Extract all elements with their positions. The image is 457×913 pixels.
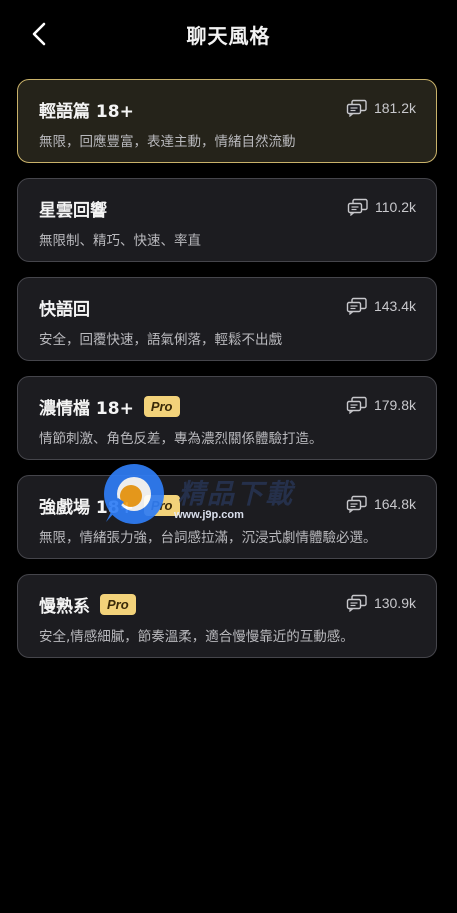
style-card[interactable]: 慢熟系 Pro 130.9k 安全,情感細膩，節奏溫柔，適合慢慢靠近的互動感。: [17, 574, 437, 658]
card-title-row: 輕語篇 18+: [39, 97, 134, 122]
card-title-row: 濃情檔 18+ Pro: [39, 394, 180, 419]
pro-badge: Pro: [143, 395, 180, 417]
chat-bubbles-icon: [346, 99, 367, 117]
style-card[interactable]: 輕語篇 18+ 181.2k 無限，回應豐富，表達主動，情緒自然流動: [17, 79, 437, 163]
chat-bubbles-icon: [346, 396, 367, 414]
style-title: 輕語篇 18+: [39, 101, 134, 122]
message-count: 164.8k: [346, 495, 416, 513]
chat-bubbles-icon: [347, 198, 368, 216]
card-title-row: 快語回: [39, 295, 90, 320]
style-card[interactable]: 快語回 143.4k 安全，回覆快速，語氣俐落，輕鬆不出戲: [17, 277, 437, 361]
style-card[interactable]: 星雲回響 110.2k 無限制、精巧、快速、率直: [17, 178, 437, 262]
chat-style-list: 輕語篇 18+ 181.2k 無限，回應豐富，表達主動，情緒自然流動 星雲回響 …: [17, 79, 437, 673]
count-value: 179.8k: [373, 397, 416, 413]
style-description: 無限，回應豐富，表達主動，情緒自然流動: [39, 134, 296, 150]
count-value: 181.2k: [373, 100, 416, 116]
style-description: 安全,情感細膩，節奏溫柔，適合慢慢靠近的互動感。: [39, 629, 354, 645]
style-description: 安全，回覆快速，語氣俐落，輕鬆不出戲: [39, 332, 282, 348]
style-description: 無限制、精巧、快速、率直: [39, 233, 201, 249]
card-title-row: 星雲回響: [39, 196, 107, 221]
page-title: 聊天風格: [186, 24, 271, 48]
message-count: 179.8k: [346, 396, 416, 414]
chat-bubbles-icon: [346, 297, 367, 315]
style-title: 慢熟系: [39, 596, 90, 617]
style-description: 情節刺激、角色反差，專為濃烈關係體驗打造。: [39, 431, 323, 447]
pro-badge: Pro: [100, 593, 136, 615]
count-value: 164.8k: [373, 496, 416, 512]
header-bar: 聊天風格: [0, 0, 457, 68]
card-title-row: 慢熟系 Pro: [39, 592, 136, 617]
style-card[interactable]: 濃情檔 18+ Pro 179.8k 情節刺激、角色反差，專為濃烈關係體驗打造。: [17, 376, 437, 460]
count-value: 130.9k: [373, 595, 416, 611]
style-card[interactable]: 強戲場 18+ Pro 164.8k 無限，情緒張力強，台詞感拉滿，沉浸式劇情體…: [17, 475, 437, 559]
message-count: 110.2k: [347, 198, 416, 216]
message-count: 143.4k: [346, 297, 416, 315]
chat-bubbles-icon: [346, 495, 367, 513]
style-title: 星雲回響: [39, 200, 107, 221]
message-count: 130.9k: [346, 594, 416, 612]
style-title: 快語回: [39, 299, 90, 320]
message-count: 181.2k: [346, 99, 416, 117]
chat-bubbles-icon: [346, 594, 367, 612]
style-title: 濃情檔 18+: [39, 398, 134, 419]
style-description: 無限，情緒張力強，台詞感拉滿，沉浸式劇情體驗必選。: [39, 530, 377, 546]
pro-badge: Pro: [143, 494, 180, 516]
count-value: 143.4k: [373, 298, 416, 314]
style-title: 強戲場 18+: [39, 497, 134, 518]
count-value: 110.2k: [375, 199, 416, 215]
card-title-row: 強戲場 18+ Pro: [39, 493, 180, 518]
